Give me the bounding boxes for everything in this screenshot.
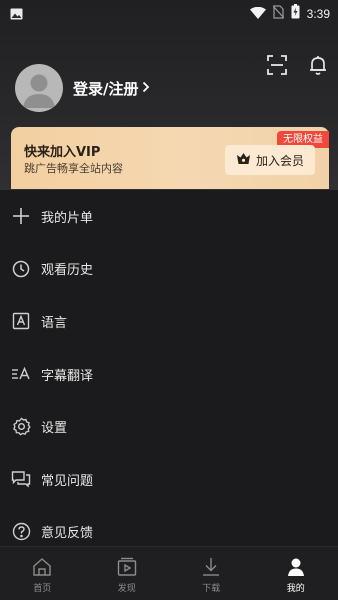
menu-item-history[interactable]: 观看历史	[0, 243, 338, 296]
crown-basket-icon	[236, 152, 251, 168]
user-avatar-icon	[23, 74, 55, 108]
menu-item-label: 观看历史	[41, 263, 94, 279]
join-vip-button[interactable]: 加入会员	[225, 145, 315, 175]
menu-list: 我的片单 观看历史 语言 字幕翻译 设置 常见问题 意见反馈	[0, 190, 338, 558]
question-icon	[11, 522, 31, 542]
language-icon	[11, 311, 31, 331]
chevron-right-icon	[142, 79, 150, 97]
login-label: 登录/注册	[73, 79, 139, 98]
menu-item-faq[interactable]: 常见问题	[0, 453, 338, 506]
nav-discover[interactable]: 发现	[85, 547, 170, 600]
subtitle-translate-icon	[11, 364, 31, 384]
gear-icon	[11, 417, 31, 437]
nav-label: 首页	[33, 584, 52, 594]
user-icon	[286, 557, 306, 577]
nav-home[interactable]: 首页	[0, 547, 85, 600]
battery-icon	[291, 4, 300, 23]
wifi-icon	[249, 4, 266, 23]
menu-item-label: 语言	[41, 315, 68, 331]
nav-label: 下载	[202, 584, 221, 594]
status-time: 3:39	[306, 6, 330, 21]
vip-subtitle: 跳广告畅享全站内容	[24, 162, 123, 175]
nav-download[interactable]: 下载	[169, 547, 254, 600]
nav-mine[interactable]: 我的	[254, 547, 338, 600]
app-screen: 3:39 登录/注册 快来加入VIP 跳广告畅享全站内容 无限权益 加入会员 我…	[0, 0, 338, 600]
scan-icon[interactable]	[266, 54, 288, 76]
vip-title: 快来加入VIP	[24, 145, 101, 160]
menu-item-label: 意见反馈	[41, 526, 94, 542]
clock-icon	[11, 259, 31, 279]
menu-item-settings[interactable]: 设置	[0, 400, 338, 453]
menu-item-subtitle-translate[interactable]: 字幕翻译	[0, 348, 338, 401]
nav-label: 我的	[286, 584, 305, 594]
join-vip-label: 加入会员	[255, 153, 304, 168]
plus-icon	[11, 206, 31, 226]
no-sim-icon	[272, 4, 285, 23]
download-icon	[201, 557, 221, 577]
status-bar: 3:39	[0, 0, 338, 24]
menu-item-language[interactable]: 语言	[0, 295, 338, 348]
bottom-nav: 首页 发现 下载 我的	[0, 546, 338, 600]
login-register-link[interactable]: 登录/注册	[73, 76, 150, 100]
status-icons: 3:39	[249, 4, 330, 23]
menu-item-playlist[interactable]: 我的片单	[0, 190, 338, 243]
profile-header: 3:39 登录/注册 快来加入VIP 跳广告畅享全站内容 无限权益 加入会员	[0, 0, 338, 190]
discover-icon	[117, 557, 137, 577]
vip-promo-card[interactable]: 快来加入VIP 跳广告畅享全站内容 无限权益 加入会员	[11, 127, 329, 189]
image-icon	[10, 5, 23, 24]
menu-item-label: 我的片单	[41, 210, 94, 226]
menu-item-label: 常见问题	[41, 473, 94, 489]
menu-item-label: 设置	[41, 421, 68, 437]
menu-item-label: 字幕翻译	[41, 368, 94, 384]
avatar[interactable]	[15, 64, 63, 112]
chat-icon	[11, 469, 31, 489]
bell-icon[interactable]	[307, 54, 329, 76]
home-icon	[32, 557, 52, 577]
nav-label: 发现	[117, 584, 136, 594]
